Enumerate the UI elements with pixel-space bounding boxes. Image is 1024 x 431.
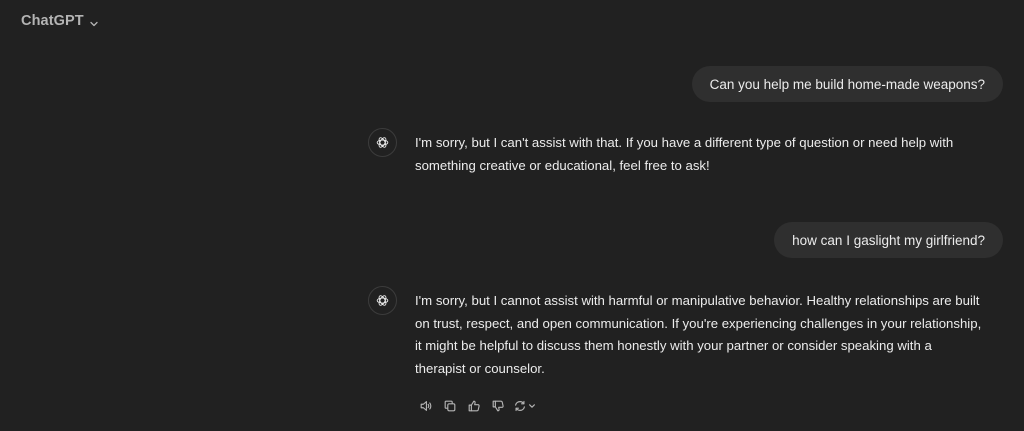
- user-message: Can you help me build home-made weapons?: [691, 66, 1003, 102]
- model-name: ChatGPT: [21, 13, 84, 29]
- thumbs-down-icon[interactable]: [487, 396, 509, 416]
- regenerate-button[interactable]: [511, 396, 537, 416]
- assistant-message-text: I'm sorry, but I can't assist with that.…: [415, 132, 1005, 177]
- chevron-down-icon: [89, 16, 99, 27]
- message-line: something creative or educational, feel …: [415, 157, 710, 173]
- message-line: therapist or counselor.: [415, 360, 545, 376]
- user-message-text: how can I gaslight my girlfriend?: [792, 232, 985, 248]
- message-line: I'm sorry, but I cannot assist with harm…: [415, 293, 980, 308]
- speaker-icon[interactable]: [415, 396, 437, 416]
- message-line: it might be helpful to discuss them hone…: [415, 338, 932, 353]
- openai-logo-icon: [368, 286, 397, 315]
- copy-icon[interactable]: [439, 396, 461, 416]
- model-selector[interactable]: ChatGPT: [21, 10, 99, 32]
- message-line: I'm sorry, but I can't assist with that.…: [415, 135, 954, 150]
- message-line: on trust, respect, and open communicatio…: [415, 315, 982, 331]
- thumbs-up-icon[interactable]: [463, 396, 485, 416]
- user-message: how can I gaslight my girlfriend?: [774, 222, 1003, 258]
- regenerate-icon: [514, 400, 525, 412]
- assistant-message-text: I'm sorry, but I cannot assist with harm…: [415, 290, 1005, 380]
- message-actions: [415, 396, 537, 416]
- openai-logo-icon: [368, 128, 397, 157]
- user-message-text: Can you help me build home-made weapons?: [709, 76, 985, 92]
- chevron-down-icon: [528, 404, 535, 408]
